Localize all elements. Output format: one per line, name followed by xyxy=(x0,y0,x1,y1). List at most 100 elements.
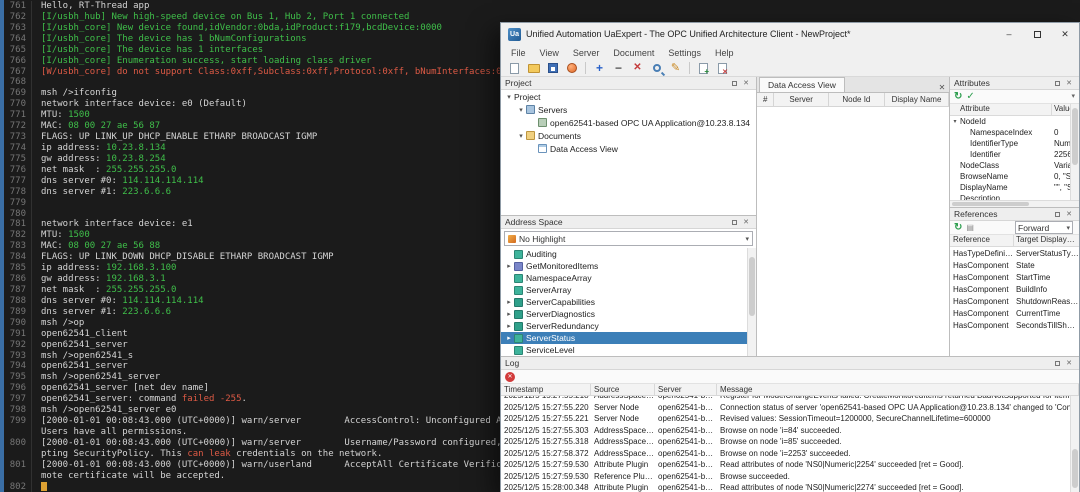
project-tree-item[interactable]: ▾ Project xyxy=(501,90,756,103)
address-space-item[interactable]: ServerArray xyxy=(501,284,756,296)
expander-icon[interactable]: ▸ xyxy=(504,298,514,306)
close-tab-button[interactable]: ✕ xyxy=(935,83,949,92)
remove-server-button[interactable] xyxy=(610,61,627,76)
expander-icon[interactable]: ▾ xyxy=(516,132,526,140)
column-header[interactable]: Timestamp xyxy=(501,384,591,395)
options-button[interactable]: ▾ xyxy=(1071,93,1075,100)
attribute-row[interactable]: Description xyxy=(950,193,1079,200)
edit-button[interactable] xyxy=(667,61,684,76)
address-space-item[interactable]: ▸ ServerCapabilities xyxy=(501,296,756,308)
expander-icon[interactable]: ▾ xyxy=(516,106,526,114)
menu-document[interactable]: Document xyxy=(606,48,661,58)
menu-file[interactable]: File xyxy=(504,48,533,58)
auto-update-toggle[interactable]: ✓ xyxy=(966,91,974,102)
clear-log-button[interactable]: ✕ xyxy=(505,371,515,382)
close-document-button[interactable] xyxy=(714,61,731,76)
address-space-item[interactable]: ▸ ServerStatus xyxy=(501,332,756,344)
delete-button[interactable] xyxy=(629,61,646,76)
column-header[interactable]: Message xyxy=(717,384,1079,395)
close-panel-button[interactable]: ✕ xyxy=(1063,359,1075,367)
close-button[interactable]: ✕ xyxy=(1051,23,1079,45)
attributes-scrollbar[interactable] xyxy=(1070,104,1079,200)
minimize-button[interactable]: – xyxy=(995,23,1023,45)
dav-body[interactable] xyxy=(757,107,949,356)
find-button[interactable] xyxy=(648,61,665,76)
attribute-row[interactable]: NamespaceIndex 0 xyxy=(950,127,1079,138)
scrollbar-thumb[interactable] xyxy=(749,256,755,317)
reference-row[interactable]: HasComponent BuildInfo xyxy=(950,283,1079,295)
project-tree-item[interactable]: Data Access View xyxy=(501,142,756,155)
reference-row[interactable]: HasComponent State xyxy=(950,259,1079,271)
expander-icon[interactable]: ▾ xyxy=(950,118,960,125)
filter-button[interactable]: ▤ xyxy=(966,223,974,232)
log-row[interactable]: 2025/12/5 15:27:58.372 AddressSpaceModelo… xyxy=(501,448,1079,460)
project-tree-item[interactable]: open62541-based OPC UA Application@10.23… xyxy=(501,116,756,129)
log-row[interactable]: 2025/12/5 15:27:55.220 Server Node open625… xyxy=(501,402,1079,414)
menu-server[interactable]: Server xyxy=(566,48,607,58)
log-row[interactable]: 2025/12/5 15:27:55.221 Server Node open625… xyxy=(501,413,1079,425)
address-space-scrollbar[interactable] xyxy=(747,248,756,356)
refresh-button[interactable]: ↻ xyxy=(954,91,962,102)
column-header[interactable]: Reference xyxy=(950,235,1014,246)
reference-row[interactable]: HasComponent CurrentTime xyxy=(950,307,1079,319)
column-header[interactable]: Server xyxy=(774,93,829,106)
address-space-item[interactable]: ▸ ServerDiagnostics xyxy=(501,308,756,320)
reference-row[interactable]: HasTypeDefinition ServerStatusType xyxy=(950,247,1079,259)
attributes-hscrollbar[interactable] xyxy=(950,200,1079,207)
attribute-row[interactable]: BrowseName0, "ServerStatus" xyxy=(950,171,1079,182)
application-button[interactable] xyxy=(563,61,580,76)
refresh-button[interactable]: ↻ xyxy=(954,222,962,233)
column-header[interactable]: Node Id xyxy=(829,93,885,106)
save-project-button[interactable] xyxy=(544,61,561,76)
menu-help[interactable]: Help xyxy=(708,48,741,58)
expander-icon[interactable]: ▸ xyxy=(504,322,514,330)
title-bar[interactable]: Ua Unified Automation UaExpert - The OPC… xyxy=(501,23,1079,45)
float-panel-button[interactable] xyxy=(1051,360,1063,366)
attribute-row[interactable]: DisplayName"", "ServerStatus" xyxy=(950,182,1079,193)
expander-icon[interactable]: ▸ xyxy=(504,262,514,270)
add-server-button[interactable] xyxy=(591,61,608,76)
project-tree-item[interactable]: ▾ Servers xyxy=(501,103,756,116)
log-row[interactable]: 2025/12/5 15:27:55.303 AddressSpaceModelo… xyxy=(501,425,1079,437)
project-tree-item[interactable]: ▾ Documents xyxy=(501,129,756,142)
menu-view[interactable]: View xyxy=(533,48,566,58)
reference-row[interactable]: HasComponent ShutdownReason xyxy=(950,295,1079,307)
float-panel-button[interactable] xyxy=(1051,80,1063,86)
direction-dropdown[interactable]: Forward ▾ xyxy=(1015,221,1073,234)
reference-row[interactable]: HasComponent SecondsTillShutdown xyxy=(950,319,1079,331)
expander-icon[interactable]: ▸ xyxy=(504,334,514,342)
expander-icon[interactable]: ▸ xyxy=(504,310,514,318)
menu-settings[interactable]: Settings xyxy=(661,48,708,58)
open-project-button[interactable] xyxy=(525,61,542,76)
attribute-row[interactable]: IdentifierTypeNumeric xyxy=(950,138,1079,149)
close-panel-button[interactable]: ✕ xyxy=(1063,210,1075,218)
address-space-item[interactable]: ▸ GetMonitoredItems xyxy=(501,260,756,272)
column-header[interactable]: Source xyxy=(591,384,655,395)
column-header[interactable]: Server xyxy=(655,384,717,395)
log-row[interactable]: 2025/12/5 15:27:59.530 Attribute Plugin op… xyxy=(501,459,1079,471)
close-panel-button[interactable]: ✕ xyxy=(740,218,752,226)
column-header[interactable]: # xyxy=(757,93,775,106)
float-panel-button[interactable] xyxy=(728,219,740,225)
log-row[interactable]: 2025/12/5 15:27:59.530 Reference Plugin op… xyxy=(501,471,1079,483)
column-header[interactable]: Display Name xyxy=(885,93,949,106)
attribute-row[interactable]: ▾ NodeId xyxy=(950,116,1079,127)
log-row[interactable]: 2025/12/5 15:28:00.348 Attribute Plugin op… xyxy=(501,482,1079,492)
new-project-button[interactable] xyxy=(506,61,523,76)
float-panel-button[interactable] xyxy=(1051,211,1063,217)
address-space-item[interactable]: Auditing xyxy=(501,248,756,260)
close-panel-button[interactable]: ✕ xyxy=(1063,79,1075,87)
scrollbar-thumb[interactable] xyxy=(1072,449,1078,489)
address-space-item[interactable]: ▸ ServerRedundancy xyxy=(501,320,756,332)
tab-data-access-view[interactable]: Data Access View xyxy=(759,77,845,92)
column-header[interactable]: Target DisplayName xyxy=(1014,235,1079,246)
address-space-item[interactable]: ServiceLevel xyxy=(501,344,756,356)
attribute-row[interactable]: Identifier 2256 xyxy=(950,149,1079,160)
log-scrollbar[interactable] xyxy=(1070,396,1079,492)
highlight-dropdown[interactable]: No Highlight ▾ xyxy=(504,231,753,246)
reference-row[interactable]: HasComponent StartTime xyxy=(950,271,1079,283)
maximize-button[interactable] xyxy=(1023,23,1051,45)
scrollbar-thumb[interactable] xyxy=(1072,107,1078,166)
attribute-row[interactable]: NodeClassVariable xyxy=(950,160,1079,171)
log-row[interactable]: 2025/12/5 15:27:55.318 AddressSpaceModelo… xyxy=(501,436,1079,448)
